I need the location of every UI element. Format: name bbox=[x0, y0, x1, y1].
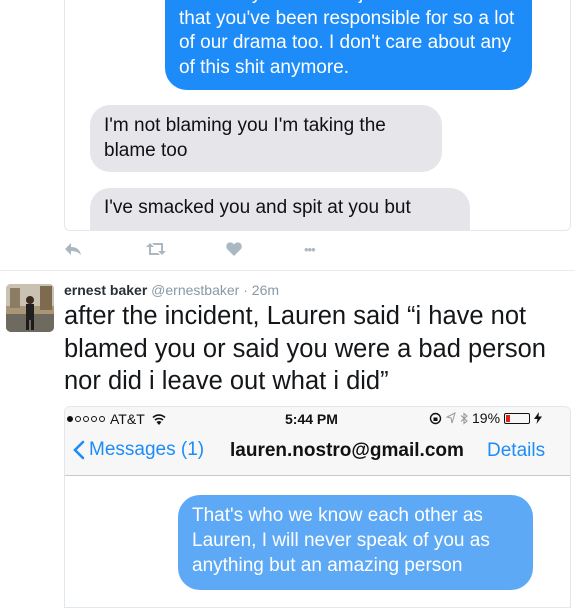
location-icon bbox=[446, 412, 456, 424]
bluetooth-icon bbox=[460, 411, 468, 425]
incoming-message-bubble: I've smacked you and spit at you but bbox=[90, 188, 470, 230]
tweet-actions: ••• bbox=[64, 238, 364, 260]
status-right: 19% bbox=[429, 410, 543, 426]
battery-percent: 19% bbox=[472, 410, 501, 426]
tweet-text: after the incident, Lauren said “i have … bbox=[64, 302, 546, 395]
signal-dot-icon bbox=[91, 416, 97, 422]
user-name[interactable]: ernest baker bbox=[64, 282, 147, 298]
back-label: Messages (1) bbox=[89, 439, 205, 460]
timestamp[interactable]: 26m bbox=[252, 282, 279, 298]
messages-nav-bar: Messages (1) lauren.nostro@gmail.com Det… bbox=[65, 429, 570, 476]
avatar[interactable] bbox=[6, 284, 54, 332]
outgoing-message-bubble: fact that you've been just as abusive or… bbox=[165, 0, 532, 90]
separator: · bbox=[243, 282, 248, 298]
signal-dot-icon bbox=[83, 416, 89, 422]
incoming-message-bubble: I'm not blaming you I'm taking the blame… bbox=[90, 105, 442, 172]
message-text: fact that you've been just as abusive or… bbox=[179, 0, 515, 78]
heart-icon[interactable] bbox=[226, 238, 242, 260]
wifi-icon bbox=[152, 413, 166, 425]
status-bar: AT&T 5:44 PM 19% bbox=[65, 407, 570, 429]
battery-level bbox=[506, 414, 511, 422]
embedded-screenshot-1: fact that you've been just as abusive or… bbox=[64, 0, 571, 231]
battery-icon bbox=[504, 412, 531, 424]
more-dots-icon[interactable]: ••• bbox=[304, 238, 316, 260]
rotation-lock-icon bbox=[429, 412, 442, 424]
outgoing-message-bubble: That's who we know each other as Lauren,… bbox=[178, 495, 533, 590]
back-button[interactable]: Messages (1) bbox=[73, 439, 204, 461]
embedded-screenshot-2: AT&T 5:44 PM 19% Messages (1) lauren.nos… bbox=[64, 406, 571, 608]
signal-dot-icon bbox=[75, 416, 81, 422]
signal-dot-icon bbox=[99, 416, 105, 422]
charging-bolt-icon bbox=[534, 412, 543, 424]
details-button[interactable]: Details bbox=[487, 440, 545, 462]
message-area: That's who we know each other as Lauren,… bbox=[65, 476, 570, 607]
chevron-left-icon bbox=[73, 440, 85, 460]
user-handle[interactable]: @ernestbaker bbox=[151, 282, 239, 298]
signal-dot-icon bbox=[67, 416, 73, 422]
conversation-title: lauren.nostro@gmail.com bbox=[230, 440, 464, 461]
tweet-header: ernest baker @ernestbaker · 26m bbox=[64, 281, 279, 299]
status-time: 5:44 PM bbox=[285, 411, 338, 427]
carrier-signal: AT&T bbox=[67, 411, 166, 427]
retweet-icon[interactable] bbox=[146, 238, 166, 260]
carrier-name: AT&T bbox=[110, 411, 145, 427]
reply-icon[interactable] bbox=[64, 238, 82, 260]
tweet-divider bbox=[0, 270, 575, 271]
